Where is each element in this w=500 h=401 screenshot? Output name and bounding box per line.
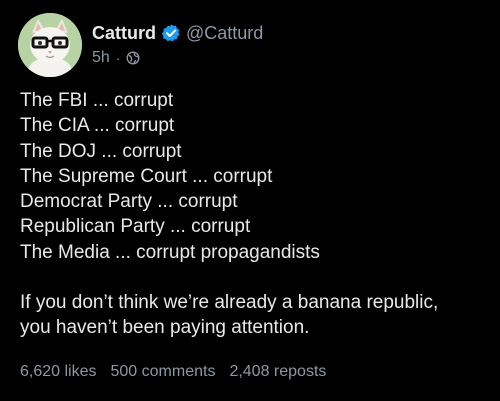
post-line: If you don’t think we’re already a banan… xyxy=(20,292,439,314)
avatar[interactable] xyxy=(18,13,82,77)
comments-count[interactable]: 500 comments xyxy=(111,363,216,381)
post-card: Catturd @Catturd 5h · The FBI ... corrup… xyxy=(0,0,500,401)
likes-count[interactable]: 6,620 likes xyxy=(20,363,97,381)
post-body: The FBI ... corrupt The CIA ... corrupt … xyxy=(20,88,490,341)
meta-separator: · xyxy=(115,50,121,66)
post-meta: 5h · xyxy=(92,49,140,67)
post-line: The Supreme Court ... corrupt xyxy=(20,165,273,187)
post-line: Republican Party ... corrupt xyxy=(20,216,251,238)
display-name[interactable]: Catturd xyxy=(92,23,156,44)
reposts-count[interactable]: 2,408 reposts xyxy=(229,363,326,381)
post-line: The DOJ ... corrupt xyxy=(20,140,182,162)
post-line: The CIA ... corrupt xyxy=(20,115,175,137)
globe-icon xyxy=(126,51,140,65)
handle[interactable]: @Catturd xyxy=(186,23,263,44)
post-time[interactable]: 5h xyxy=(92,49,110,67)
post-line: Democrat Party ... corrupt xyxy=(20,191,238,213)
cat-with-glasses-avatar-icon xyxy=(18,13,82,77)
author-header: Catturd @Catturd xyxy=(92,20,263,46)
post-line: The Media ... corrupt propagandists xyxy=(20,241,320,263)
post-line: The FBI ... corrupt xyxy=(20,90,174,111)
post-line: you haven’t been paying attention. xyxy=(20,317,310,339)
post-stats: 6,620 likes 500 comments 2,408 reposts xyxy=(20,363,326,381)
verified-badge-icon xyxy=(161,23,181,43)
